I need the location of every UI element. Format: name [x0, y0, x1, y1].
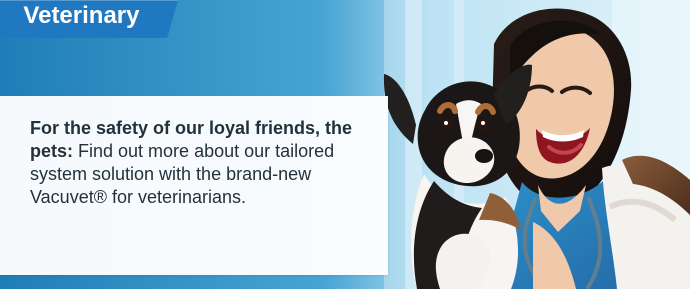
- promo-text-card[interactable]: For the safety of our loyal friends, the…: [0, 96, 388, 275]
- category-badge[interactable]: Veterinary: [0, 0, 179, 38]
- promo-banner[interactable]: Veterinary For the safety of our loyal f…: [0, 0, 690, 289]
- promo-body: Find out more about our tailored system …: [30, 141, 335, 207]
- category-badge-label: Veterinary: [23, 2, 140, 29]
- promo-copy: For the safety of our loyal friends, the…: [30, 117, 360, 209]
